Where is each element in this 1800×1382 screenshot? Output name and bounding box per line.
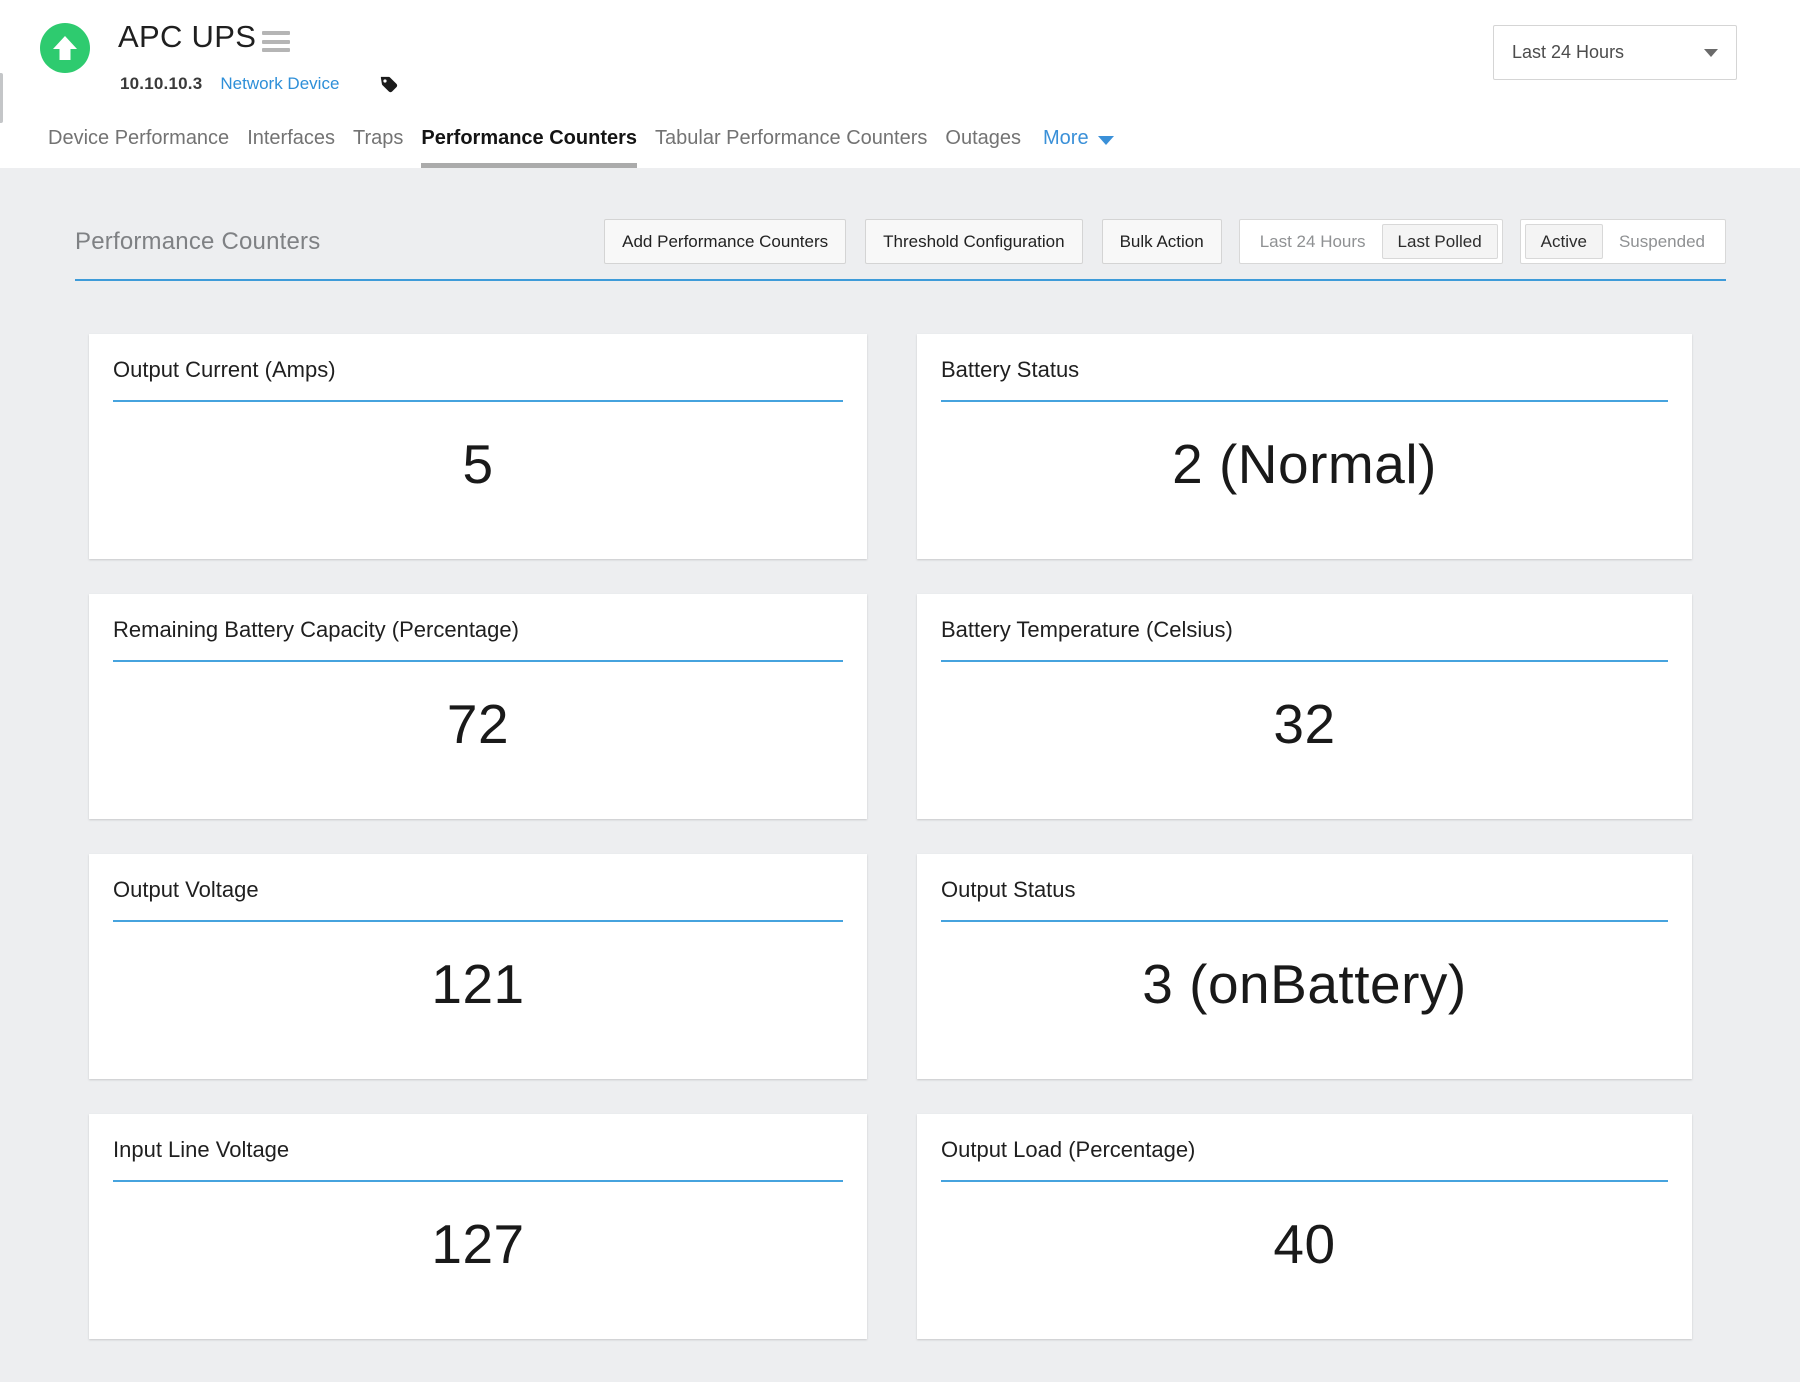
counter-value: 40 xyxy=(941,1212,1668,1276)
device-meta: 10.10.10.3 Network Device xyxy=(120,74,398,94)
counter-value: 127 xyxy=(113,1212,843,1276)
toggle-last-24-hours[interactable]: Last 24 Hours xyxy=(1244,224,1382,259)
performance-counters-toolbar: Performance Counters Add Performance Cou… xyxy=(75,219,1726,264)
tag-icon[interactable] xyxy=(379,75,398,94)
tab-traps[interactable]: Traps xyxy=(353,127,403,168)
left-panel-handle[interactable] xyxy=(0,73,3,123)
counter-value: 2 (Normal) xyxy=(941,432,1668,496)
counter-value: 3 (onBattery) xyxy=(941,952,1668,1016)
counter-card-output-status: Output Status 3 (onBattery) xyxy=(917,854,1692,1079)
counter-card-output-load: Output Load (Percentage) 40 xyxy=(917,1114,1692,1339)
counter-title: Remaining Battery Capacity (Percentage) xyxy=(113,617,843,643)
toolbar-underline xyxy=(75,279,1726,281)
global-time-range-value: Last 24 Hours xyxy=(1512,42,1624,63)
chevron-down-icon xyxy=(1098,136,1114,145)
counter-title: Output Load (Percentage) xyxy=(941,1137,1668,1163)
tab-device-performance[interactable]: Device Performance xyxy=(48,127,229,168)
tab-more[interactable]: More xyxy=(1043,127,1114,168)
counter-value: 5 xyxy=(113,432,843,496)
counter-title-underline xyxy=(113,400,843,402)
counter-value: 32 xyxy=(941,692,1668,756)
counter-title-underline xyxy=(113,920,843,922)
up-arrow-icon xyxy=(50,33,80,63)
page-title: Performance Counters xyxy=(75,228,320,256)
global-time-range-dropdown[interactable]: Last 24 Hours xyxy=(1493,25,1737,80)
threshold-configuration-button[interactable]: Threshold Configuration xyxy=(865,219,1082,264)
device-ip: 10.10.10.3 xyxy=(120,74,202,94)
counter-title: Output Voltage xyxy=(113,877,843,903)
device-menu-hamburger-icon[interactable] xyxy=(262,31,290,52)
bulk-action-button[interactable]: Bulk Action xyxy=(1102,219,1222,264)
page-header: APC UPS 10.10.10.3 Network Device Last 2… xyxy=(0,0,1800,168)
counter-title-underline xyxy=(941,1180,1668,1182)
time-mode-toggle: Last 24 Hours Last Polled xyxy=(1239,219,1503,264)
counter-title-underline xyxy=(113,1180,843,1182)
tab-performance-counters[interactable]: Performance Counters xyxy=(421,127,637,168)
counter-card-battery-status: Battery Status 2 (Normal) xyxy=(917,334,1692,559)
counter-title-underline xyxy=(941,660,1668,662)
counter-card-output-current: Output Current (Amps) 5 xyxy=(89,334,867,559)
page-content: Performance Counters Add Performance Cou… xyxy=(0,219,1800,1339)
device-tabs-nav: Device Performance Interfaces Traps Perf… xyxy=(48,127,1114,168)
chevron-down-icon xyxy=(1704,49,1718,57)
counter-card-output-voltage: Output Voltage 121 xyxy=(89,854,867,1079)
counter-title-underline xyxy=(941,920,1668,922)
counter-title: Output Current (Amps) xyxy=(113,357,843,383)
toggle-suspended[interactable]: Suspended xyxy=(1603,224,1721,259)
counter-cards-grid: Output Current (Amps) 5 Battery Status 2… xyxy=(75,334,1726,1339)
counter-title: Input Line Voltage xyxy=(113,1137,843,1163)
device-type-link[interactable]: Network Device xyxy=(220,74,339,94)
counter-card-remaining-battery-capacity: Remaining Battery Capacity (Percentage) … xyxy=(89,594,867,819)
counter-title: Battery Temperature (Celsius) xyxy=(941,617,1668,643)
counter-card-input-line-voltage: Input Line Voltage 127 xyxy=(89,1114,867,1339)
device-status-up-icon xyxy=(40,23,90,73)
counter-state-toggle: Active Suspended xyxy=(1520,219,1726,264)
toggle-last-polled[interactable]: Last Polled xyxy=(1382,224,1498,259)
counter-title: Output Status xyxy=(941,877,1668,903)
add-performance-counters-button[interactable]: Add Performance Counters xyxy=(604,219,846,264)
counter-title: Battery Status xyxy=(941,357,1668,383)
counter-title-underline xyxy=(113,660,843,662)
tab-outages[interactable]: Outages xyxy=(945,127,1021,168)
tab-tabular-performance-counters[interactable]: Tabular Performance Counters xyxy=(655,127,927,168)
tab-interfaces[interactable]: Interfaces xyxy=(247,127,335,168)
counter-card-battery-temperature: Battery Temperature (Celsius) 32 xyxy=(917,594,1692,819)
tab-more-label: More xyxy=(1043,127,1089,150)
counter-value: 121 xyxy=(113,952,843,1016)
toggle-active[interactable]: Active xyxy=(1525,224,1603,259)
counter-title-underline xyxy=(941,400,1668,402)
device-name: APC UPS xyxy=(118,19,256,55)
counter-value: 72 xyxy=(113,692,843,756)
